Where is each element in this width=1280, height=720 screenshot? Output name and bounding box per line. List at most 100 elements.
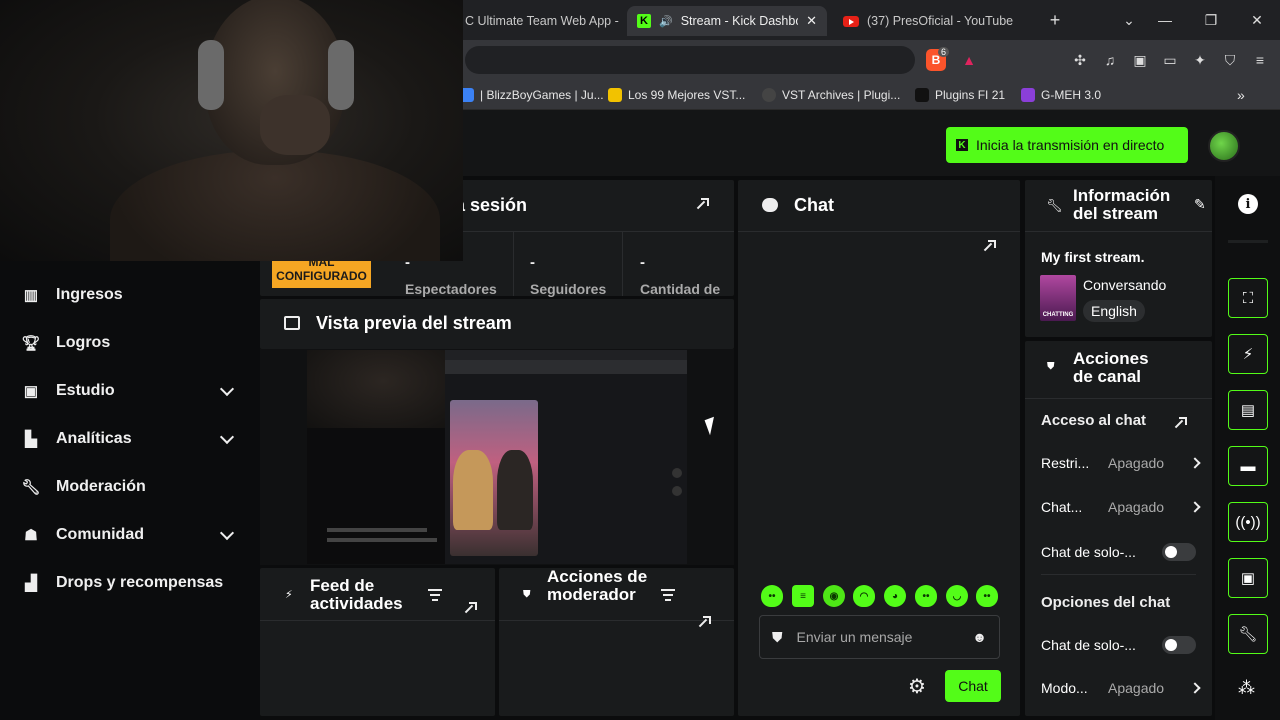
emote-icon[interactable]: •• [915, 585, 937, 607]
brave-rewards-icon[interactable]: ▲ [959, 50, 979, 70]
emote-icon[interactable]: ◕ [884, 585, 906, 607]
chat-mode-row[interactable]: Chat... Apagado [1041, 499, 1201, 515]
close-window-icon[interactable]: ✕ [1245, 8, 1269, 32]
filter-icon[interactable] [661, 589, 675, 601]
rail-preview-button[interactable]: ⛶ [1228, 278, 1268, 318]
expand-icon[interactable] [697, 616, 711, 630]
expand-icon[interactable] [1173, 417, 1187, 431]
row-value: Apagado [1108, 499, 1165, 515]
bookmark-gmeh[interactable]: G-MEH 3.0 [1021, 86, 1101, 104]
sidebar-item-ingresos[interactable]: ▥ Ingresos [0, 271, 258, 319]
emote-icon[interactable]: •• [761, 585, 783, 607]
tab-youtube[interactable]: (37) PresOficial - YouTube [833, 6, 1033, 36]
tab-kick-dashboard[interactable]: K 🔊 Stream - Kick Dashboa ✕ [627, 6, 827, 36]
new-tab-icon[interactable]: + [1043, 8, 1067, 32]
row-value: Apagado [1108, 680, 1165, 696]
sidebar-item-label: Ingresos [56, 286, 123, 303]
rail-notes-button[interactable]: ▤ [1228, 390, 1268, 430]
rail-moderation-button[interactable]: 🔧︎ [1228, 614, 1268, 654]
stat-label: Seguidores [530, 281, 607, 297]
bookmark-label: VST Archives | Plugi... [782, 88, 901, 102]
chevron-right-icon [1189, 682, 1201, 694]
expand-icon[interactable] [695, 198, 709, 212]
options-toggle[interactable] [1162, 636, 1196, 654]
stat-followers: - Seguidores [514, 232, 623, 297]
edit-icon[interactable]: ✎ [1194, 196, 1206, 213]
bookmark-blizzboy[interactable]: | BlizzBoyGames | Ju... [460, 86, 604, 104]
chat-input[interactable]: ⛊ Enviar un mensaje ☻ [759, 615, 1000, 659]
emoji-icon[interactable]: ☻ [972, 629, 987, 645]
extensions-icon[interactable]: ✣ [1070, 50, 1090, 70]
music-icon[interactable]: ♫ [1100, 50, 1120, 70]
sidebar-item-estudio[interactable]: ▣ Estudio [0, 367, 258, 415]
bookmark-plugins-fl[interactable]: Plugins FI 21 [915, 86, 1005, 104]
bookmark-vst-archives[interactable]: VST Archives | Plugi... [762, 86, 900, 104]
rail-broadcast-button[interactable]: ((•)) [1228, 502, 1268, 542]
close-tab-icon[interactable]: ✕ [806, 13, 817, 29]
language-tag: English [1083, 300, 1145, 322]
bolt-icon: ⚡︎ [285, 589, 293, 601]
maximize-icon[interactable]: ❐ [1199, 8, 1223, 32]
go-live-button[interactable]: K Inicia la transmisión en directo [946, 127, 1188, 163]
wrench-icon: 🔧︎ [1046, 198, 1063, 213]
stream-category: Conversando [1083, 277, 1167, 293]
bookmark-label: | BlizzBoyGames | Ju... [480, 88, 604, 102]
stream-info-title: Información del stream [1073, 186, 1171, 223]
more-bookmarks-icon[interactable]: » [1237, 86, 1245, 104]
emote-icon[interactable]: ≡ [792, 585, 814, 607]
mode-row[interactable]: Modo... Apagado [1041, 680, 1201, 696]
sidebar-item-label: Moderación [56, 478, 146, 495]
sidebar-item-analiticas[interactable]: ▙ Analíticas [0, 415, 258, 463]
expand-icon[interactable] [463, 602, 477, 616]
rail-feed-button[interactable]: ⚡︎ [1228, 334, 1268, 374]
bookmark-icon [762, 88, 776, 102]
chevron-right-icon [1189, 501, 1201, 513]
screen-icon: ⛶ [1242, 289, 1254, 307]
rail-studio-button[interactable]: ▣ [1228, 558, 1268, 598]
emote-icon[interactable]: •• [976, 585, 998, 607]
menu-icon[interactable]: ≡ [1250, 50, 1270, 70]
thumbnail-text: CHATTING [1042, 312, 1074, 318]
tab-ultimate-team[interactable]: C Ultimate Team Web App - [455, 6, 625, 36]
stat-label: Espectadores [405, 281, 497, 297]
sidebar-item-logros[interactable]: 🏆︎ Logros [0, 319, 258, 367]
rail-chat-button[interactable]: ▬ [1228, 446, 1268, 486]
divider [1025, 231, 1212, 232]
followers-only-toggle[interactable] [1162, 543, 1196, 561]
bookmark-icon [1021, 88, 1035, 102]
expand-icon[interactable] [982, 240, 996, 254]
minimize-icon[interactable]: — [1153, 8, 1177, 32]
sidebar-item-label: Drops y recompensas [56, 574, 224, 591]
options-toggle-row: Chat de solo-... [1041, 636, 1196, 654]
send-chat-button[interactable]: Chat [945, 670, 1001, 702]
sidebar-item-comunidad[interactable]: ☗ Comunidad [0, 511, 258, 559]
emote-icon[interactable]: ◡ [946, 585, 968, 607]
info-icon[interactable]: i [1238, 194, 1258, 214]
emote-icon[interactable]: ◉ [823, 585, 845, 607]
leo-ai-icon[interactable]: ✦ [1190, 50, 1210, 70]
filter-icon[interactable] [428, 589, 442, 601]
stream-preview [307, 350, 687, 564]
avatar[interactable] [1208, 130, 1240, 162]
vpn-icon[interactable]: ⛉ [1220, 50, 1240, 70]
chevron-down-icon [219, 381, 235, 397]
emote-icon[interactable]: ◠ [853, 585, 875, 607]
sidebar-item-drops[interactable]: ▟ Drops y recompensas [0, 559, 258, 607]
drops-icon: ▟ [25, 575, 37, 592]
youtube-icon [843, 15, 859, 27]
sidebar-toggle-icon[interactable]: ▣ [1130, 50, 1150, 70]
chat-bubble-icon: ▬ [1240, 457, 1256, 475]
shield-icon: ⛊ [1047, 361, 1055, 372]
preview-title: Vista previa del stream [316, 313, 512, 333]
bookmark-vst-99[interactable]: Los 99 Mejores VST... [608, 86, 745, 104]
tab-label: (37) PresOficial - YouTube [867, 14, 1014, 28]
address-bar[interactable] [465, 46, 915, 74]
gear-icon[interactable]: ⚙ [908, 674, 926, 699]
community-icon[interactable]: ⁂ [1238, 678, 1255, 698]
restricted-chat-row[interactable]: Restri... Apagado [1041, 455, 1201, 471]
followers-only-row: Chat de solo-... [1041, 543, 1196, 561]
sidebar-item-moderacion[interactable]: 🔧︎ Moderación [0, 463, 258, 511]
stat-amount: - Cantidad de [623, 232, 734, 297]
tab-list-icon[interactable]: ⌄ [1117, 8, 1141, 32]
wallet-icon[interactable]: ▭ [1160, 50, 1180, 70]
